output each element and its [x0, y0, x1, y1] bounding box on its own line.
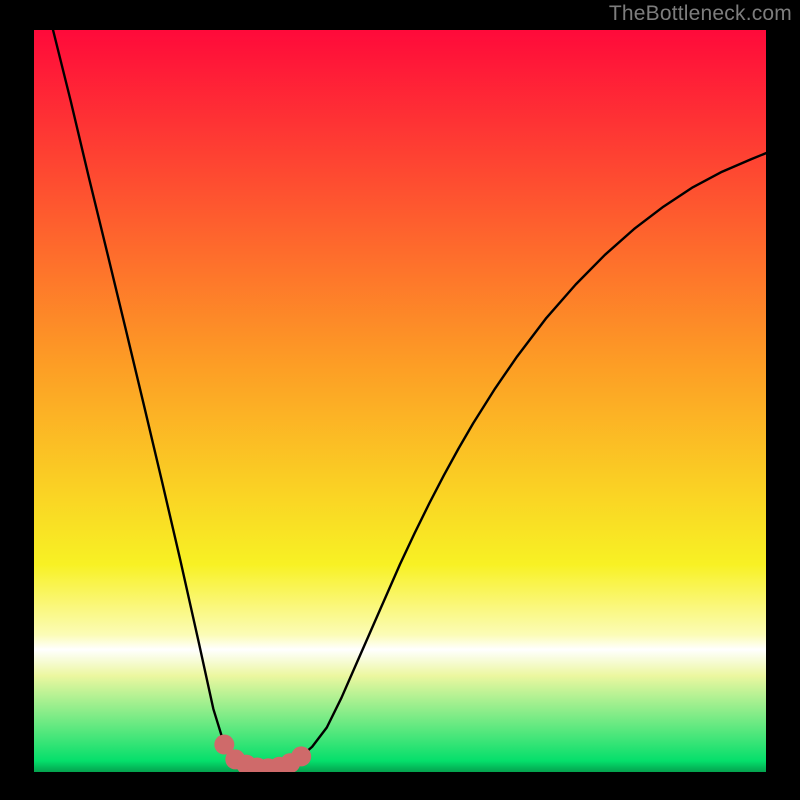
sweet-spot-marker — [291, 746, 311, 766]
chart-plot-area — [34, 30, 766, 772]
chart-frame: TheBottleneck.com — [0, 0, 800, 800]
chart-svg — [34, 30, 766, 772]
watermark-text: TheBottleneck.com — [609, 2, 792, 26]
